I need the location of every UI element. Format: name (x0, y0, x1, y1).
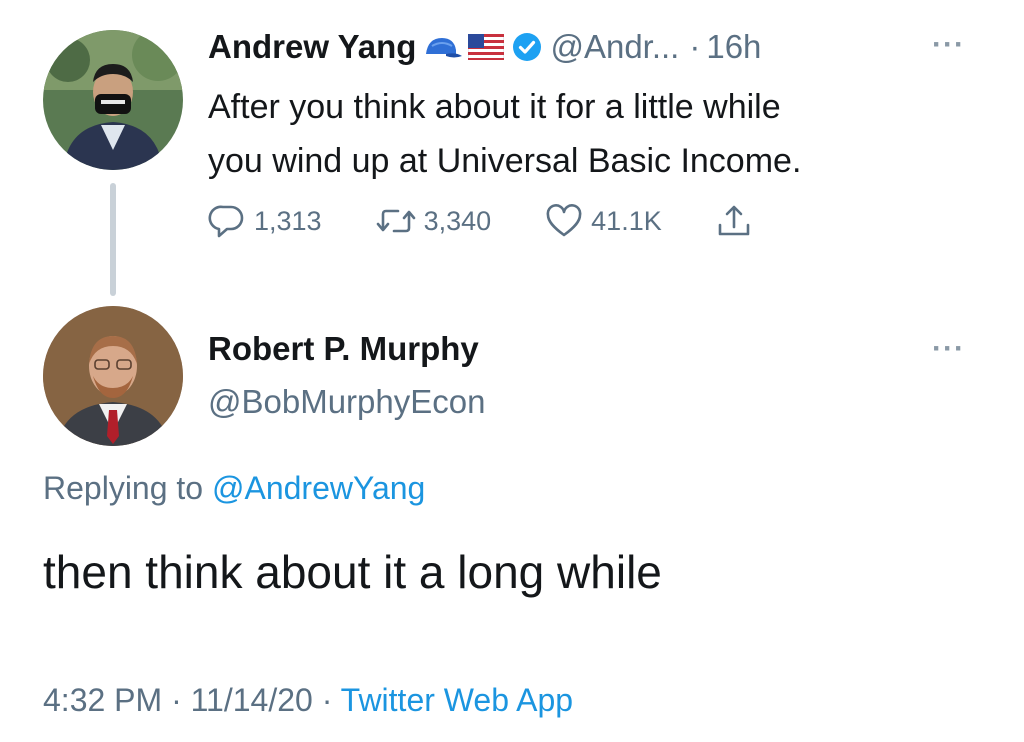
retweet-button[interactable]: 3,340 (376, 205, 492, 237)
meta-separator-2: · (312, 682, 341, 718)
replying-to-prefix: Replying to (43, 470, 212, 506)
author-handle[interactable]: @Andr... (550, 28, 679, 66)
us-flag-icon (468, 34, 505, 60)
tweet-text-line-1: After you think about it for a little wh… (208, 88, 781, 126)
like-count: 41.1K (591, 205, 662, 236)
avatar-robert-murphy[interactable] (43, 306, 183, 446)
verified-badge-icon (512, 32, 542, 62)
replying-to-mention[interactable]: @AndrewYang (212, 470, 425, 506)
reply-icon (208, 205, 244, 238)
source-app-link[interactable]: Twitter Web App (341, 682, 573, 718)
avatar-andrew-yang-image (43, 30, 183, 170)
blue-cap-icon (422, 34, 463, 60)
reply-button[interactable]: 1,313 (208, 203, 322, 239)
reply-timestamp-date[interactable]: 11/14/20 (191, 682, 313, 718)
tweet-text: After you think about it for a little wh… (208, 80, 968, 188)
tweet-actions: 1,313 3,340 41.1K (208, 196, 806, 246)
reply-more-options-icon[interactable]: ··· (932, 332, 965, 366)
heart-icon (546, 204, 582, 237)
separator-dot: · (689, 28, 701, 65)
avatar-andrew-yang[interactable] (43, 30, 183, 170)
more-options-icon[interactable]: ··· (932, 28, 965, 62)
like-button[interactable]: 41.1K (545, 204, 662, 238)
share-button[interactable] (716, 203, 752, 239)
reply-author-handle[interactable]: @BobMurphyEcon (208, 383, 485, 421)
reply-timestamp-time[interactable]: 4:32 PM (43, 682, 162, 718)
retweet-count: 3,340 (423, 205, 492, 236)
meta-separator-1: · (162, 682, 191, 718)
replying-to: Replying to @AndrewYang (43, 470, 425, 507)
reply-count: 1,313 (254, 205, 322, 236)
tweet-text-line-2: you wind up at Universal Basic Income. (208, 142, 802, 180)
author-name[interactable]: Andrew Yang (208, 28, 416, 66)
reply-metadata: 4:32 PM · 11/14/20 · Twitter Web App (43, 682, 573, 719)
tweet-header: Andrew Yang @Andr... · 16h (208, 22, 761, 72)
reply-text: then think about it a long while (43, 546, 662, 598)
reply-author-name[interactable]: Robert P. Murphy (208, 330, 479, 368)
thread-connector-line (110, 183, 116, 296)
retweet-icon (376, 209, 415, 233)
tweet-time[interactable]: 16h (706, 28, 761, 66)
share-icon (718, 205, 750, 236)
avatar-robert-murphy-image (43, 306, 183, 446)
